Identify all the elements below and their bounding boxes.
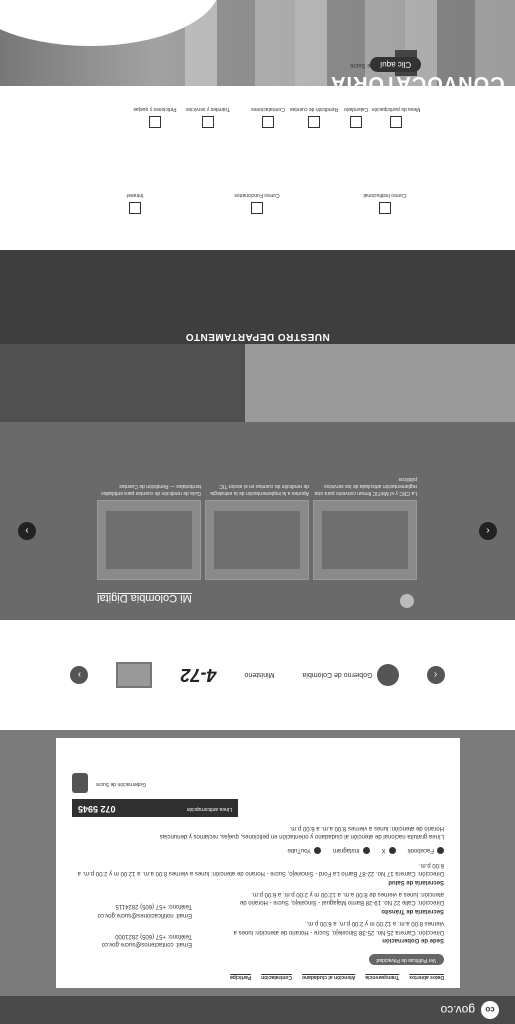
mail-icon xyxy=(251,202,263,214)
banner-water-image xyxy=(245,344,515,422)
hero-title: CONVOCATORIA xyxy=(330,72,505,86)
hero-banner[interactable]: Gobernación de Sucre Clic aquí CONVOCATO… xyxy=(0,0,515,86)
footer-line: Línea gratuita nacional de atención al c… xyxy=(159,833,444,840)
mail-icon xyxy=(379,202,391,214)
phone-label: Línea anticorrupción xyxy=(186,805,232,812)
govco-logo-text[interactable]: gov.co xyxy=(441,1003,475,1017)
youtube-icon xyxy=(313,847,321,855)
news-thumbnail xyxy=(97,500,201,580)
footer-line: Horario de atención: lunes a viernes 8:0… xyxy=(289,824,444,831)
hand-icon xyxy=(390,116,402,128)
dependency-text: Dirección: Calle 22 No. 19-28 Barrio Maj… xyxy=(239,891,444,906)
quick-item-peticiones[interactable]: Peticiones y quejas xyxy=(120,106,190,128)
instagram-icon xyxy=(362,847,370,855)
news-card[interactable]: La CRC y el MinTIC firman convenio para … xyxy=(313,450,417,580)
partners-prev-button[interactable]: ‹ xyxy=(426,666,445,684)
news-caption: La CRC y el MinTIC firman convenio para … xyxy=(314,476,417,497)
social-instagram[interactable]: Instagram xyxy=(333,846,370,855)
file-icon xyxy=(149,116,161,128)
news-thumbnail xyxy=(313,500,417,580)
quick-item-contrataciones[interactable]: Contrataciones xyxy=(233,106,303,128)
footer-links: Datos abiertos Transparencia Atención al… xyxy=(72,973,444,980)
social-x[interactable]: X xyxy=(382,846,396,855)
social-links: Facebook X Instagram YouTube xyxy=(72,846,444,855)
partner-logo-472[interactable]: 4-72 xyxy=(180,662,216,688)
mcd-next-button[interactable]: › xyxy=(18,522,36,540)
envelope-icon xyxy=(116,662,153,688)
partner-logos: ‹ Gobierno de Colombia Ministerio 4-72 › xyxy=(0,620,515,730)
news-caption: Guía de rendición de cuentas para entida… xyxy=(101,483,201,496)
privacy-button[interactable]: Ver Políticas de Privacidad xyxy=(368,954,444,965)
dependency-title: Secretaría de Salud xyxy=(388,878,444,885)
mcd-logo-icon xyxy=(400,594,414,608)
footer-card: Datos abiertos Transparencia Atención al… xyxy=(56,738,460,988)
news-thumbnail xyxy=(205,500,309,580)
x-icon xyxy=(388,847,396,855)
mcd-title[interactable]: Mi Colombia Digital xyxy=(97,592,192,604)
mcd-cards: La CRC y el MinTIC firman convenio para … xyxy=(97,450,417,580)
footer-logo-text: Gobernación de Sucre xyxy=(96,780,147,787)
dependency-title: Secretaría de Tránsito xyxy=(381,907,444,914)
social-youtube[interactable]: YouTube xyxy=(287,846,321,855)
mi-colombia-digital-section: Mi Colombia Digital ‹ La CRC y el MinTIC… xyxy=(0,422,515,620)
banner-forest-image xyxy=(0,250,515,344)
department-banner[interactable]: NUESTRO DEPARTAMENTO xyxy=(0,250,515,422)
quick-item-intranet[interactable]: Intranet xyxy=(100,192,170,214)
contact-phone: Teléfono: +57 (605) 2824115 xyxy=(115,903,192,910)
gobernacion-logo xyxy=(72,773,88,794)
calendar-icon xyxy=(350,116,362,128)
footer-link[interactable]: Participa xyxy=(230,973,251,980)
footer-link[interactable]: Atención al ciudadano xyxy=(302,973,355,980)
facebook-icon xyxy=(437,847,444,855)
footer-link[interactable]: Transparencia xyxy=(365,973,399,980)
page: co gov.co Datos abiertos Transparencia A… xyxy=(0,0,515,1024)
govco-bar: co gov.co xyxy=(0,996,515,1024)
contact-email[interactable]: Email: notificaciones@sucre.gov.co xyxy=(72,910,192,918)
chart-icon xyxy=(308,116,320,128)
news-card[interactable]: Guía de rendición de cuentas para entida… xyxy=(97,450,201,580)
anticorruption-phone[interactable]: Línea anticorrupción 072 5945 xyxy=(72,799,238,818)
hero-cta-button[interactable]: Clic aquí xyxy=(370,57,422,72)
banner-trees-image xyxy=(0,344,245,422)
quick-item-correo-institucional[interactable]: Correo Institucional xyxy=(350,192,420,214)
phone-number: 072 5945 xyxy=(78,803,116,814)
dependency-text: Dirección: Carrera 25 No. 25-38 Sincelej… xyxy=(233,920,444,935)
dependency-text: Dirección: Carrera 17 No. 22-87 Barrio L… xyxy=(77,861,444,877)
news-card[interactable]: Aportes a la implementación de la estrat… xyxy=(205,450,309,580)
contact-phone: Teléfono: +57 (605) 2821000 xyxy=(115,932,192,939)
quick-item-correo-funcionarios[interactable]: Correo Funcionarios xyxy=(222,192,292,214)
department-title: NUESTRO DEPARTAMENTO xyxy=(185,331,330,342)
footer-link[interactable]: Contratación xyxy=(261,973,292,980)
home-icon xyxy=(129,202,141,214)
contact-email[interactable]: Email: contactenos@sucre.gov.co xyxy=(72,940,192,948)
check-icon xyxy=(202,116,214,128)
partner-logo-correo[interactable] xyxy=(116,662,153,688)
partners-next-button[interactable]: › xyxy=(70,666,89,684)
partner-logo-ministerio[interactable]: Ministerio xyxy=(245,662,275,688)
dependency-title: Sede de Gobernación xyxy=(382,937,444,943)
partner-logo-gobierno[interactable]: Gobierno de Colombia xyxy=(302,662,399,688)
footer: Datos abiertos Transparencia Atención al… xyxy=(0,730,515,996)
footer-logos: Gobernación de Sucre xyxy=(72,773,444,794)
document-icon xyxy=(262,116,274,128)
social-facebook[interactable]: Facebook xyxy=(408,846,444,855)
footer-link[interactable]: Datos abiertos xyxy=(409,973,444,980)
govco-logo[interactable]: co xyxy=(481,1001,499,1019)
news-caption: Aportes a la implementación de la estrat… xyxy=(210,483,309,496)
mcd-prev-button[interactable]: ‹ xyxy=(479,522,497,540)
quick-access: Correo Institucional Correo Funcionarios… xyxy=(0,86,515,250)
gobierno-logo-icon xyxy=(376,664,399,686)
